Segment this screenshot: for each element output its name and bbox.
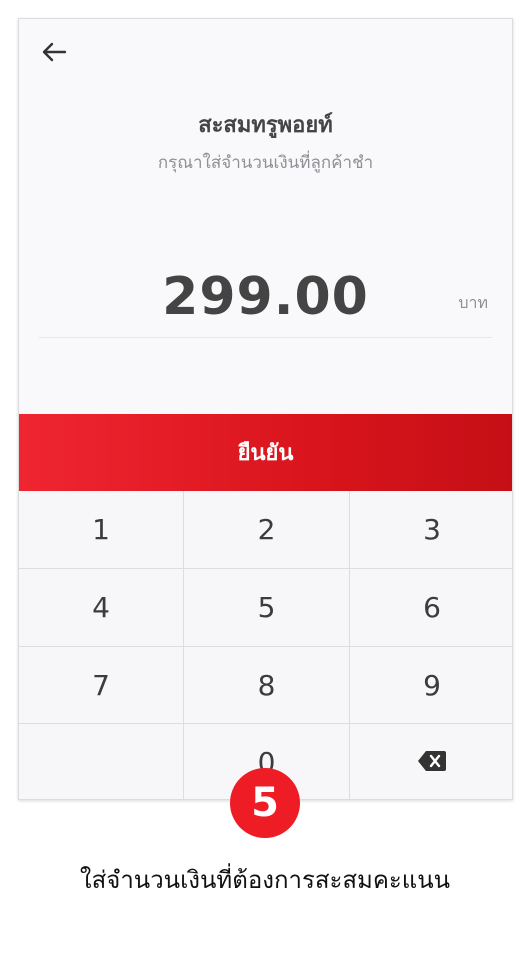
key-4[interactable]: 4 [19,569,184,647]
key-8[interactable]: 8 [184,647,350,724]
numeric-keypad: 1 2 3 4 5 6 7 8 9 0 [19,491,512,799]
key-7[interactable]: 7 [19,647,184,724]
back-button[interactable] [39,39,69,69]
page-subtitle: กรุณาใส่จำนวนเงินที่ลูกค้าชำ [157,153,374,173]
amount-value: 299.00 [162,267,369,327]
confirm-button[interactable]: ยืนยัน [19,414,512,491]
key-6[interactable]: 6 [350,569,512,647]
page-title: สะสมทรูพอยท์ [198,113,333,138]
phone-screen: สะสมทรูพอยท์ กรุณาใส่จำนวนเงินที่ลูกค้าช… [18,18,513,800]
key-9[interactable]: 9 [350,647,512,724]
amount-unit: บาท [458,293,488,312]
key-1[interactable]: 1 [19,491,184,569]
arrow-left-icon [41,41,67,67]
key-5[interactable]: 5 [184,569,350,647]
key-2[interactable]: 2 [184,491,350,569]
key-3[interactable]: 3 [350,491,512,569]
key-empty [19,724,184,799]
amount-field[interactable]: 299.00 บาท [39,261,492,338]
backspace-icon [417,746,447,779]
step-number-badge: 5 [230,768,300,838]
delete-key[interactable] [350,724,512,799]
instruction-caption: ใส่จำนวนเงินที่ต้องการสะสมคะแนน [79,866,451,894]
